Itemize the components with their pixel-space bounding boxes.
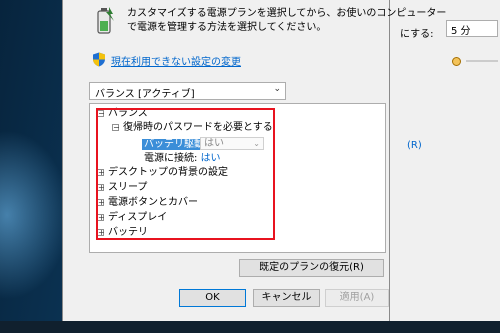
ok-button[interactable]: OK <box>179 289 246 307</box>
power-options-dialog: カスタマイズする電源プランを選択してから、お使いのコンピューター で電源を管理す… <box>62 0 447 322</box>
settings-tree: − バランス − 復帰時のパスワードを必要とする バッテリ駆動: はい ⌄ 電源… <box>89 103 386 253</box>
timeout-select[interactable]: 5 分 <box>446 20 498 37</box>
background-settings-window: にする: 5 分 (R) <box>388 0 500 333</box>
chevron-down-icon: ⌄ <box>273 84 281 94</box>
cancel-button[interactable]: キャンセル <box>253 289 320 307</box>
change-unavailable-settings-link[interactable]: 現在利用できない設定の変更 <box>111 53 241 68</box>
uac-shield-icon <box>93 52 105 67</box>
slider-track[interactable] <box>466 60 498 62</box>
description-line-1: カスタマイズする電源プランを選択してから、お使いのコンピューター <box>127 8 447 19</box>
red-highlight-box <box>96 108 275 240</box>
plan-select[interactable]: バランス [アクティブ] ⌄ <box>89 82 286 100</box>
radio-icon[interactable] <box>452 57 461 66</box>
background-window-link[interactable]: (R) <box>407 140 422 151</box>
description-line-2: で電源を管理する方法を選択してください。 <box>127 22 327 33</box>
plan-select-value: バランス [アクティブ] <box>95 89 195 100</box>
restore-defaults-button[interactable]: 既定のプランの復元(R) <box>239 259 384 277</box>
desktop-glow <box>0 130 70 300</box>
taskbar <box>0 321 500 333</box>
power-battery-icon <box>97 7 114 34</box>
background-window-label: にする: <box>400 29 434 40</box>
apply-button[interactable]: 適用(A) <box>325 289 389 307</box>
dialog-description: カスタマイズする電源プランを選択してから、お使いのコンピューター で電源を管理す… <box>127 7 447 35</box>
